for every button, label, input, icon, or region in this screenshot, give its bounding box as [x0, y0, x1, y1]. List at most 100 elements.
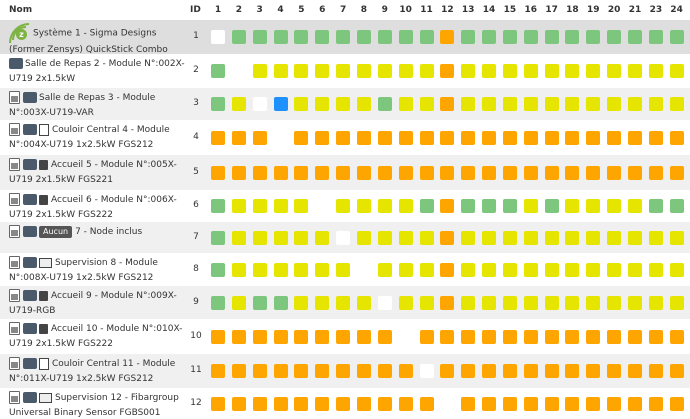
link-status-cell[interactable] — [377, 329, 392, 344]
column-header-id[interactable]: ID — [190, 0, 201, 20]
link-status-cell[interactable] — [482, 396, 497, 411]
link-status-cell[interactable] — [336, 30, 351, 44]
link-status-cell[interactable] — [586, 329, 601, 344]
link-status-cell[interactable] — [231, 97, 246, 111]
link-status-cell[interactable] — [565, 230, 580, 245]
link-status-cell[interactable] — [586, 130, 601, 145]
link-status-cell[interactable] — [231, 329, 246, 344]
link-status-cell[interactable] — [461, 230, 476, 245]
table-row[interactable]: Salle de Repas 2 - Module N°:002X-U719 2… — [0, 54, 690, 88]
link-status-cell[interactable] — [502, 262, 517, 277]
link-status-cell[interactable] — [440, 364, 455, 378]
link-status-cell[interactable] — [669, 364, 684, 378]
link-status-cell[interactable] — [607, 64, 622, 78]
node-name-cell[interactable]: Supervision 8 - Module N°:008X-U719 1x2.… — [0, 253, 186, 286]
column-header-node[interactable]: 6 — [315, 0, 329, 20]
link-status-cell[interactable] — [294, 97, 309, 111]
link-status-cell[interactable] — [648, 230, 663, 245]
link-status-cell[interactable] — [252, 165, 267, 180]
link-status-cell[interactable] — [252, 262, 267, 277]
link-status-cell[interactable] — [273, 396, 288, 411]
link-status-cell[interactable] — [398, 329, 413, 344]
link-status-cell[interactable] — [544, 295, 559, 310]
link-status-cell[interactable] — [461, 199, 476, 213]
link-status-cell[interactable] — [419, 364, 434, 378]
table-row[interactable]: Supervision 12 - Fibargroup Universal Bi… — [0, 388, 690, 419]
link-status-cell[interactable] — [607, 199, 622, 213]
column-header-node[interactable]: 3 — [253, 0, 267, 20]
link-status-cell[interactable] — [482, 97, 497, 111]
link-status-cell[interactable] — [294, 295, 309, 310]
link-status-cell[interactable] — [607, 97, 622, 111]
link-status-cell[interactable] — [440, 130, 455, 145]
link-status-cell[interactable] — [544, 165, 559, 180]
link-status-cell[interactable] — [544, 130, 559, 145]
column-header-node[interactable]: 7 — [336, 0, 350, 20]
link-status-cell[interactable] — [586, 199, 601, 213]
link-status-cell[interactable] — [544, 364, 559, 378]
link-status-cell[interactable] — [377, 30, 392, 44]
link-status-cell[interactable] — [440, 165, 455, 180]
column-header-node[interactable]: 2 — [232, 0, 246, 20]
link-status-cell[interactable] — [565, 329, 580, 344]
link-status-cell[interactable] — [502, 165, 517, 180]
link-status-cell[interactable] — [607, 30, 622, 44]
table-row[interactable]: Couloir Central 11 - Module N°:011X-U719… — [0, 354, 690, 388]
link-status-cell[interactable] — [273, 30, 288, 44]
column-header-node[interactable]: 10 — [399, 0, 413, 20]
link-status-cell[interactable] — [252, 199, 267, 213]
link-status-cell[interactable] — [669, 262, 684, 277]
link-status-cell[interactable] — [231, 364, 246, 378]
link-status-cell[interactable] — [544, 396, 559, 411]
link-status-cell[interactable] — [669, 30, 684, 44]
link-status-cell[interactable] — [356, 64, 371, 78]
link-status-cell[interactable] — [648, 30, 663, 44]
link-status-cell[interactable] — [523, 199, 538, 213]
link-status-cell[interactable] — [377, 199, 392, 213]
node-name-cell[interactable]: Accueil 6 - Module N°:006X-U719 2x1.5kW … — [0, 190, 186, 222]
link-status-cell[interactable] — [356, 130, 371, 145]
link-status-cell[interactable] — [211, 30, 225, 44]
link-status-cell[interactable] — [440, 30, 455, 44]
link-status-cell[interactable] — [648, 396, 663, 411]
link-status-cell[interactable] — [398, 199, 413, 213]
link-status-cell[interactable] — [523, 329, 538, 344]
link-status-cell[interactable] — [628, 130, 642, 145]
link-status-cell[interactable] — [419, 64, 434, 78]
link-status-cell[interactable] — [336, 230, 351, 245]
link-status-cell[interactable] — [252, 396, 267, 411]
column-header-node[interactable]: 20 — [607, 0, 621, 20]
link-status-cell[interactable] — [565, 64, 580, 78]
link-status-cell[interactable] — [377, 262, 392, 277]
link-status-cell[interactable] — [231, 130, 246, 145]
link-status-cell[interactable] — [669, 230, 684, 245]
link-status-cell[interactable] — [628, 30, 642, 44]
link-status-cell[interactable] — [523, 396, 538, 411]
link-status-cell[interactable] — [544, 97, 559, 111]
link-status-cell[interactable] — [440, 396, 455, 411]
link-status-cell[interactable] — [502, 130, 517, 145]
link-status-cell[interactable] — [273, 199, 288, 213]
link-status-cell[interactable] — [523, 295, 538, 310]
link-status-cell[interactable] — [461, 165, 476, 180]
link-status-cell[interactable] — [398, 97, 413, 111]
link-status-cell[interactable] — [356, 30, 371, 44]
link-status-cell[interactable] — [252, 329, 267, 344]
link-status-cell[interactable] — [544, 262, 559, 277]
link-status-cell[interactable] — [294, 230, 309, 245]
table-row[interactable]: Accueil 6 - Module N°:006X-U719 2x1.5kW … — [0, 190, 690, 222]
link-status-cell[interactable] — [648, 295, 663, 310]
link-status-cell[interactable] — [398, 230, 413, 245]
link-status-cell[interactable] — [273, 329, 288, 344]
link-status-cell[interactable] — [336, 364, 351, 378]
column-header-name[interactable]: Nom — [9, 0, 32, 20]
link-status-cell[interactable] — [252, 364, 267, 378]
link-status-cell[interactable] — [356, 97, 371, 111]
link-status-cell[interactable] — [377, 165, 392, 180]
link-status-cell[interactable] — [377, 396, 392, 411]
link-status-cell[interactable] — [586, 295, 601, 310]
node-name-cell[interactable]: Salle de Repas 3 - Module N°:003X-U719-V… — [0, 88, 186, 120]
link-status-cell[interactable] — [523, 30, 538, 44]
link-status-cell[interactable] — [502, 64, 517, 78]
link-status-cell[interactable] — [461, 64, 476, 78]
